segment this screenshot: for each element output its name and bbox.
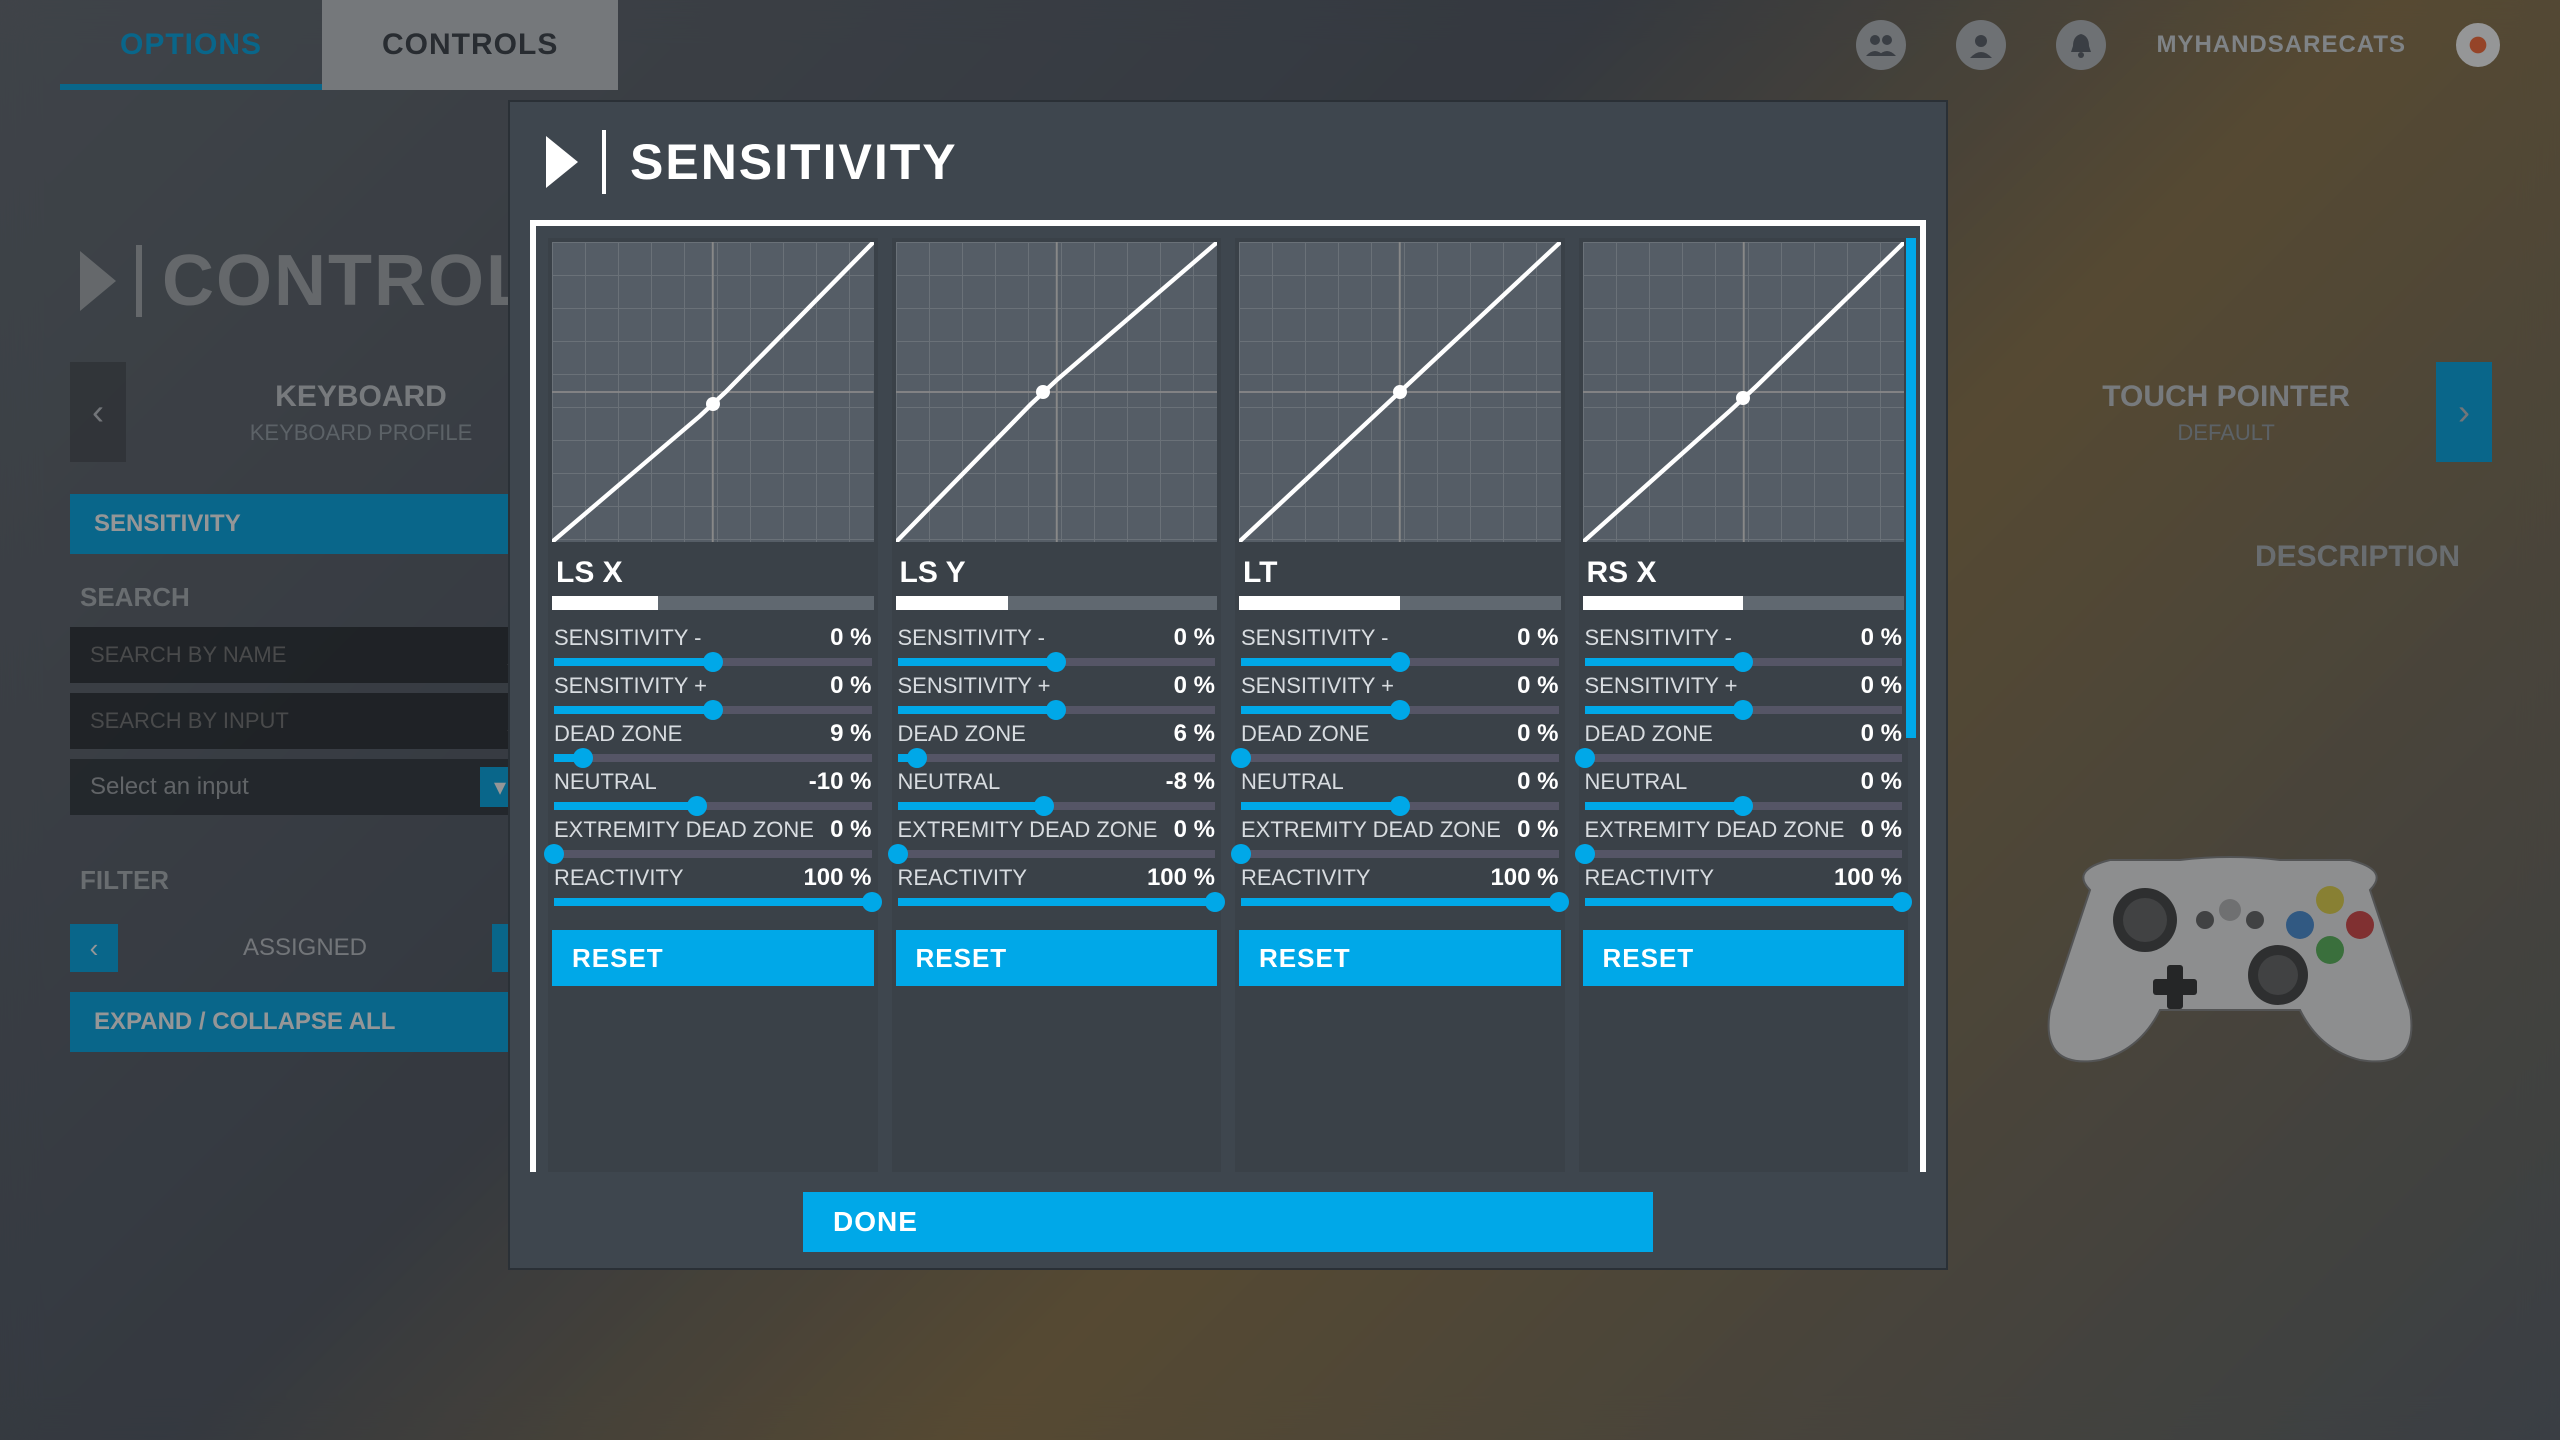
slider-label: NEUTRAL	[554, 769, 657, 795]
slider-sens_plus[interactable]: SENSITIVITY + 0 %	[1585, 672, 1903, 714]
scrollbar[interactable]	[1906, 238, 1916, 738]
slider-value: 100 %	[1490, 864, 1558, 892]
input-indicator	[552, 596, 874, 610]
slider-reactivity[interactable]: REACTIVITY 100 %	[898, 864, 1216, 906]
slider-label: DEAD ZONE	[1241, 721, 1369, 747]
slider-dead_zone[interactable]: DEAD ZONE 9 %	[554, 720, 872, 762]
slider-value: 0 %	[1861, 624, 1902, 652]
slider-value: 6 %	[1174, 720, 1215, 748]
slider-value: 0 %	[1861, 720, 1902, 748]
slider-label: EXTREMITY DEAD ZONE	[1585, 817, 1845, 843]
slider-reactivity[interactable]: REACTIVITY 100 %	[1241, 864, 1559, 906]
curve-graph[interactable]	[552, 242, 874, 542]
slider-ext_dead[interactable]: EXTREMITY DEAD ZONE 0 %	[898, 816, 1216, 858]
slider-value: 9 %	[830, 720, 871, 748]
slider-label: NEUTRAL	[898, 769, 1001, 795]
slider-value: 0 %	[1174, 672, 1215, 700]
reset-button[interactable]: RESET	[552, 930, 874, 986]
slider-neutral[interactable]: NEUTRAL -10 %	[554, 768, 872, 810]
slider-dead_zone[interactable]: DEAD ZONE 6 %	[898, 720, 1216, 762]
sensitivity-modal: SENSITIVITY LS X SENSITIVITY - 0 %	[508, 100, 1948, 1270]
axis-name: LS Y	[892, 546, 1222, 594]
input-indicator	[1239, 596, 1561, 610]
reset-button[interactable]: RESET	[896, 930, 1218, 986]
slider-label: SENSITIVITY -	[898, 625, 1046, 651]
slider-sens_minus[interactable]: SENSITIVITY - 0 %	[1585, 624, 1903, 666]
axis-card: LS Y SENSITIVITY - 0 % SENSITIVITY + 0 %	[892, 238, 1222, 1172]
slider-value: 0 %	[830, 672, 871, 700]
slider-label: SENSITIVITY -	[1241, 625, 1389, 651]
curve-graph[interactable]	[896, 242, 1218, 542]
slider-reactivity[interactable]: REACTIVITY 100 %	[1585, 864, 1903, 906]
slider-sens_minus[interactable]: SENSITIVITY - 0 %	[898, 624, 1216, 666]
slider-value: 0 %	[830, 816, 871, 844]
slider-neutral[interactable]: NEUTRAL 0 %	[1585, 768, 1903, 810]
slider-label: DEAD ZONE	[1585, 721, 1713, 747]
slider-value: 0 %	[1174, 624, 1215, 652]
reset-button[interactable]: RESET	[1239, 930, 1561, 986]
axis-card: RS X SENSITIVITY - 0 % SENSITIVITY + 0 %	[1579, 238, 1909, 1172]
slider-value: -8 %	[1166, 768, 1215, 796]
slider-sens_plus[interactable]: SENSITIVITY + 0 %	[1241, 672, 1559, 714]
slider-sens_plus[interactable]: SENSITIVITY + 0 %	[554, 672, 872, 714]
slider-label: NEUTRAL	[1241, 769, 1344, 795]
slider-value: 0 %	[1517, 816, 1558, 844]
slider-dead_zone[interactable]: DEAD ZONE 0 %	[1241, 720, 1559, 762]
slider-label: SENSITIVITY -	[554, 625, 702, 651]
slider-label: REACTIVITY	[898, 865, 1028, 891]
slider-dead_zone[interactable]: DEAD ZONE 0 %	[1585, 720, 1903, 762]
slider-value: 0 %	[1861, 672, 1902, 700]
chevron-right-icon	[546, 136, 578, 188]
slider-value: 0 %	[1517, 720, 1558, 748]
axis-name: LS X	[548, 546, 878, 594]
slider-label: DEAD ZONE	[554, 721, 682, 747]
slider-sens_minus[interactable]: SENSITIVITY - 0 %	[1241, 624, 1559, 666]
slider-neutral[interactable]: NEUTRAL -8 %	[898, 768, 1216, 810]
slider-value: 100 %	[1834, 864, 1902, 892]
slider-label: REACTIVITY	[1241, 865, 1371, 891]
slider-value: 100 %	[803, 864, 871, 892]
slider-ext_dead[interactable]: EXTREMITY DEAD ZONE 0 %	[1585, 816, 1903, 858]
input-indicator	[1583, 596, 1905, 610]
input-indicator	[896, 596, 1218, 610]
axis-card: LS X SENSITIVITY - 0 % SENSITIVITY + 0 %	[548, 238, 878, 1172]
slider-label: EXTREMITY DEAD ZONE	[1241, 817, 1501, 843]
slider-label: EXTREMITY DEAD ZONE	[898, 817, 1158, 843]
curve-graph[interactable]	[1583, 242, 1905, 542]
curve-graph[interactable]	[1239, 242, 1561, 542]
slider-label: SENSITIVITY +	[898, 673, 1051, 699]
done-button[interactable]: DONE	[803, 1192, 1653, 1252]
slider-label: SENSITIVITY +	[1585, 673, 1738, 699]
slider-value: 0 %	[1517, 624, 1558, 652]
slider-value: 0 %	[1861, 816, 1902, 844]
slider-sens_plus[interactable]: SENSITIVITY + 0 %	[898, 672, 1216, 714]
slider-value: 0 %	[1861, 768, 1902, 796]
slider-label: EXTREMITY DEAD ZONE	[554, 817, 814, 843]
slider-value: -10 %	[809, 768, 872, 796]
slider-ext_dead[interactable]: EXTREMITY DEAD ZONE 0 %	[554, 816, 872, 858]
slider-reactivity[interactable]: REACTIVITY 100 %	[554, 864, 872, 906]
slider-value: 0 %	[830, 624, 871, 652]
slider-label: DEAD ZONE	[898, 721, 1026, 747]
slider-label: REACTIVITY	[1585, 865, 1715, 891]
axis-name: RS X	[1579, 546, 1909, 594]
slider-ext_dead[interactable]: EXTREMITY DEAD ZONE 0 %	[1241, 816, 1559, 858]
slider-value: 0 %	[1517, 768, 1558, 796]
slider-label: REACTIVITY	[554, 865, 684, 891]
slider-neutral[interactable]: NEUTRAL 0 %	[1241, 768, 1559, 810]
slider-value: 100 %	[1147, 864, 1215, 892]
modal-body: LS X SENSITIVITY - 0 % SENSITIVITY + 0 %	[530, 220, 1926, 1172]
slider-sens_minus[interactable]: SENSITIVITY - 0 %	[554, 624, 872, 666]
slider-label: SENSITIVITY +	[1241, 673, 1394, 699]
slider-label: SENSITIVITY -	[1585, 625, 1733, 651]
axis-card: LT SENSITIVITY - 0 % SENSITIVITY + 0 %	[1235, 238, 1565, 1172]
reset-button[interactable]: RESET	[1583, 930, 1905, 986]
slider-label: NEUTRAL	[1585, 769, 1688, 795]
slider-value: 0 %	[1174, 816, 1215, 844]
slider-label: SENSITIVITY +	[554, 673, 707, 699]
axis-name: LT	[1235, 546, 1565, 594]
slider-value: 0 %	[1517, 672, 1558, 700]
modal-title: SENSITIVITY	[630, 133, 958, 191]
